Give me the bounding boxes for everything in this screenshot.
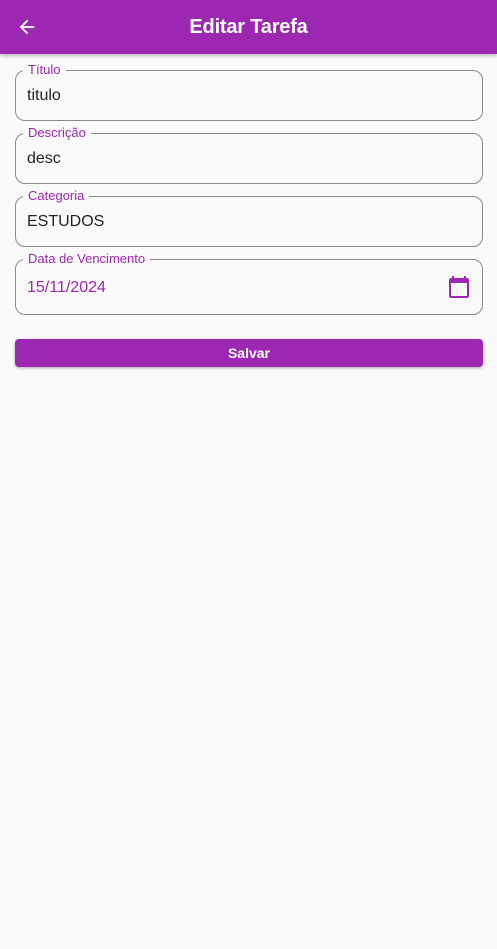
description-field-value[interactable]: desc: [27, 149, 61, 169]
category-field[interactable]: Categoria ESTUDOS: [15, 188, 483, 247]
title-field[interactable]: Título titulo: [15, 62, 483, 121]
category-field-label: Categoria: [23, 188, 90, 204]
description-field-label: Descrição: [23, 125, 91, 141]
calendar-icon[interactable]: [447, 275, 471, 299]
category-field-value[interactable]: ESTUDOS: [27, 212, 104, 232]
due-date-field-label: Data de Vencimento: [23, 251, 151, 267]
app-bar: Editar Tarefa: [0, 0, 497, 54]
due-date-field-value[interactable]: 15/11/2024: [27, 278, 106, 298]
description-field[interactable]: Descrição desc: [15, 125, 483, 184]
title-field-value[interactable]: titulo: [27, 86, 61, 106]
title-field-label: Título: [23, 62, 66, 78]
page-title: Editar Tarefa: [189, 16, 308, 38]
due-date-field[interactable]: Data de Vencimento 15/11/2024: [15, 251, 483, 315]
save-button[interactable]: Salvar: [15, 339, 483, 367]
